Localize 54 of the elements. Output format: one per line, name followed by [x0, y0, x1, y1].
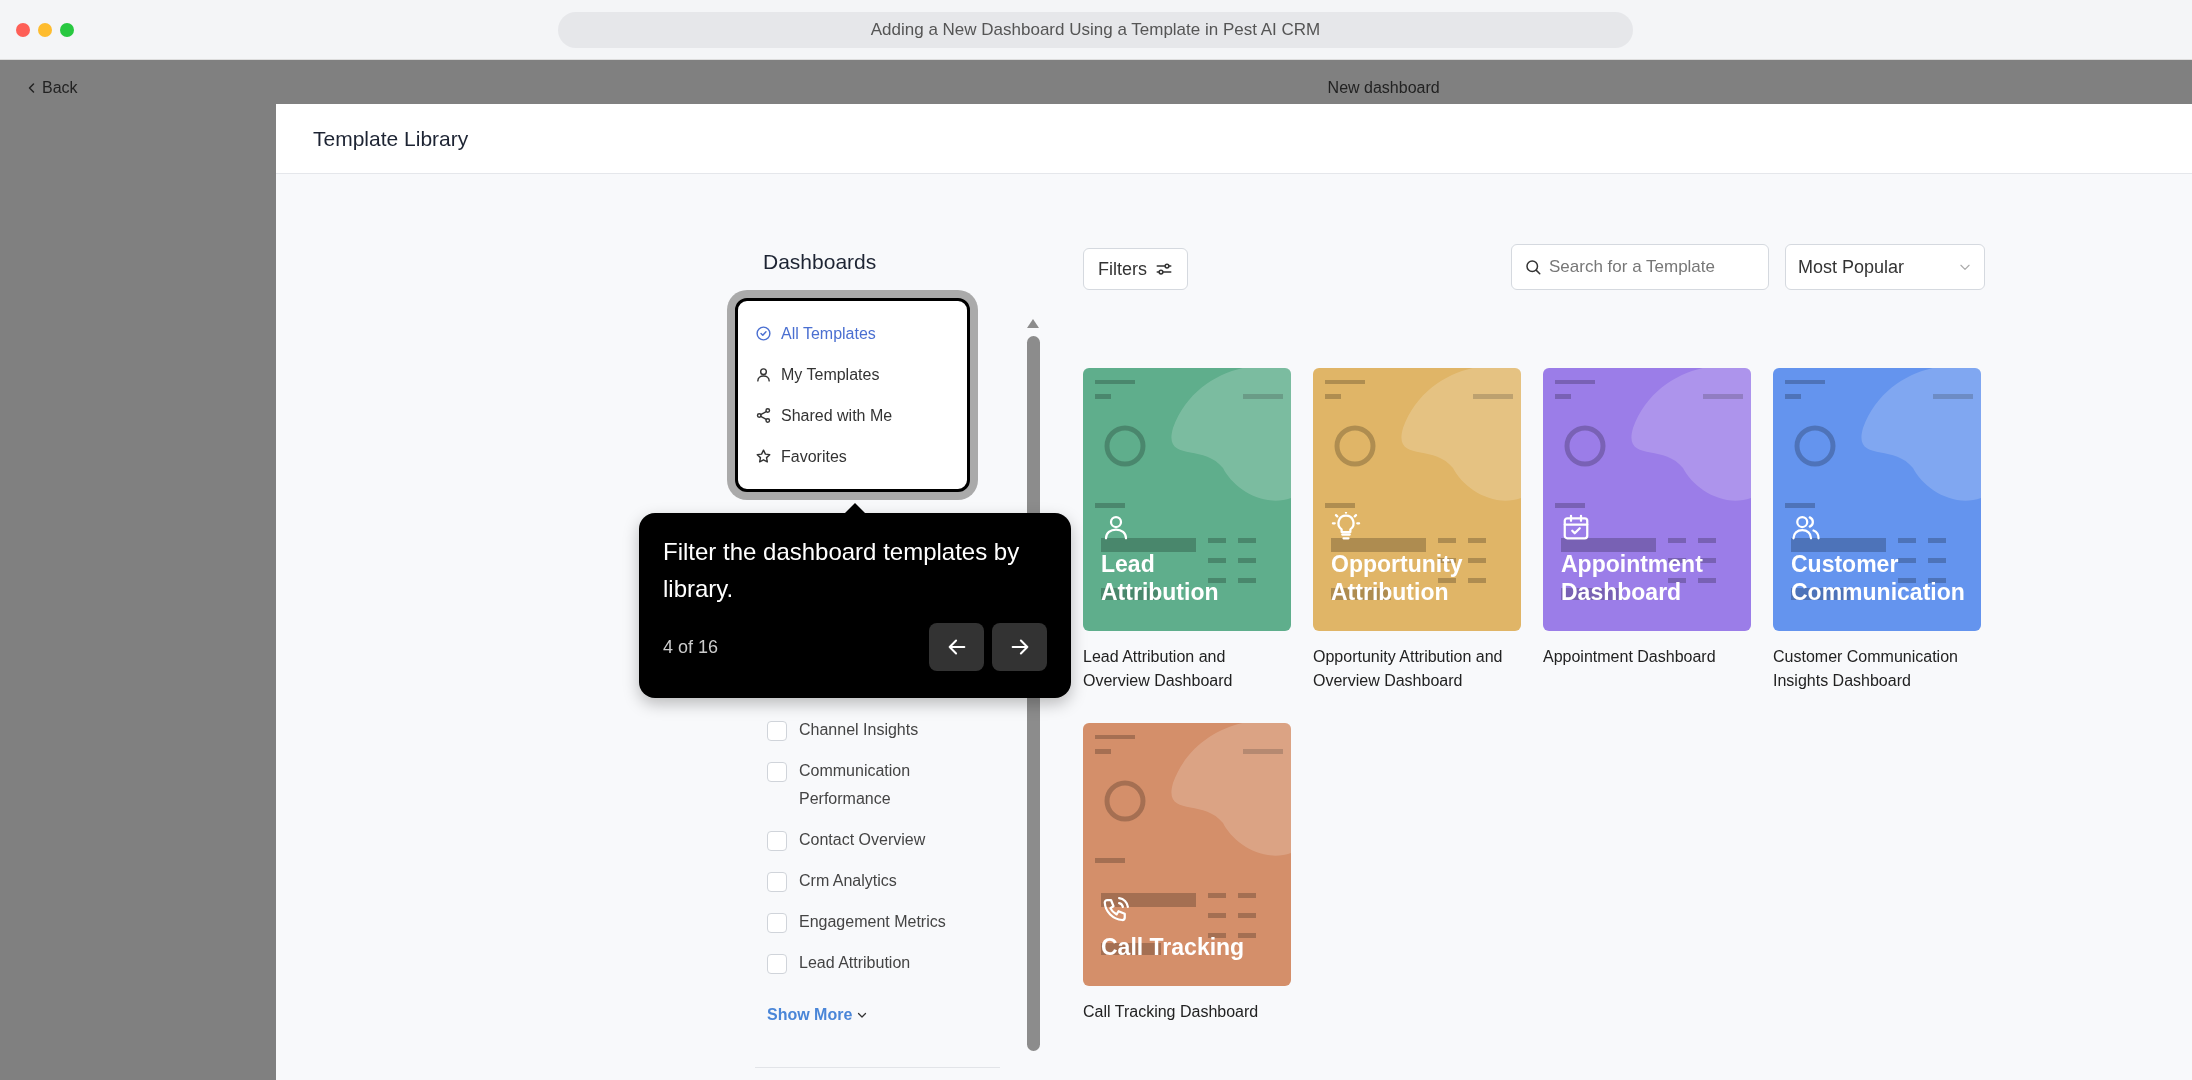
library-item[interactable]: My Templates — [755, 354, 880, 395]
template-thumbnail[interactable]: Appointment Dashboard — [1543, 368, 1751, 631]
person-icon — [755, 366, 772, 383]
checkbox[interactable] — [767, 721, 787, 741]
star-icon — [755, 448, 772, 465]
library-item[interactable]: Favorites — [755, 436, 847, 477]
address-bar: Adding a New Dashboard Using a Template in Pest AI CRM — [558, 12, 1633, 48]
maximize-button[interactable] — [60, 22, 74, 37]
template-name: Lead Attribution and Overview Dashboard — [1083, 647, 1234, 691]
template-title: Customer Communication — [1791, 550, 1966, 606]
share-icon — [755, 407, 772, 424]
template-title: Lead Attribution — [1101, 550, 1220, 606]
template-name: Appointment Dashboard — [1543, 647, 1717, 667]
checkbox[interactable] — [767, 872, 787, 892]
template-name: Customer Communication Insights Dashboard — [1773, 647, 1959, 691]
checkbox-label: Lead Attribution — [799, 953, 912, 973]
calendar-icon — [1561, 512, 1591, 542]
modal-title: Template Library — [313, 125, 469, 152]
template-title: Call Tracking — [1101, 933, 1246, 961]
library-item[interactable]: All Templates — [755, 313, 876, 354]
show-more-link[interactable]: Show More — [767, 1003, 869, 1027]
template-name: Opportunity Attribution and Overview Dashboard — [1313, 647, 1504, 691]
template-thumbnail[interactable]: Customer Communication — [1773, 368, 1981, 631]
tooltip-text: Filter the dashboard templates by library. — [663, 537, 1021, 604]
lightbulb-icon — [1331, 512, 1361, 542]
checkbox[interactable] — [767, 762, 787, 782]
template-title: Appointment Dashboard — [1561, 550, 1704, 606]
next-button[interactable] — [992, 623, 1047, 671]
filters-button[interactable]: Filters — [1083, 248, 1188, 290]
back-link[interactable]: Back — [26, 76, 78, 100]
library-item[interactable]: Shared with Me — [755, 395, 893, 436]
scroll-up-icon[interactable] — [1027, 319, 1039, 328]
template-title: Opportunity Attribution — [1331, 550, 1464, 606]
checkbox[interactable] — [767, 954, 787, 974]
template-thumbnail[interactable]: Lead Attribution — [1083, 368, 1291, 631]
page-title: New dashboard — [1327, 78, 1440, 98]
minimize-button[interactable] — [38, 22, 52, 37]
checkbox-label: Communication Performance — [799, 761, 912, 809]
step-counter: 4 of 16 — [663, 635, 719, 659]
sidebar-heading: Dashboards — [762, 249, 878, 274]
template-thumbnail[interactable]: Call Tracking — [1083, 723, 1291, 986]
checkbox-label: Contact Overview — [799, 830, 927, 850]
sort-dropdown[interactable]: Most Popular — [1785, 244, 1985, 290]
check-circle-icon — [755, 325, 772, 342]
search-field[interactable]: Search for a Template — [1511, 244, 1769, 290]
close-button[interactable] — [16, 22, 30, 37]
checkbox-label: Channel Insights — [799, 720, 920, 740]
template-name: Call Tracking Dashboard — [1083, 1002, 1260, 1022]
sliders-icon — [1155, 260, 1173, 278]
checkbox[interactable] — [767, 831, 787, 851]
checkbox-label: Crm Analytics — [799, 871, 898, 891]
previous-button[interactable] — [929, 623, 984, 671]
checkbox[interactable] — [767, 913, 787, 933]
checkbox-label: Engagement Metrics — [799, 912, 947, 932]
